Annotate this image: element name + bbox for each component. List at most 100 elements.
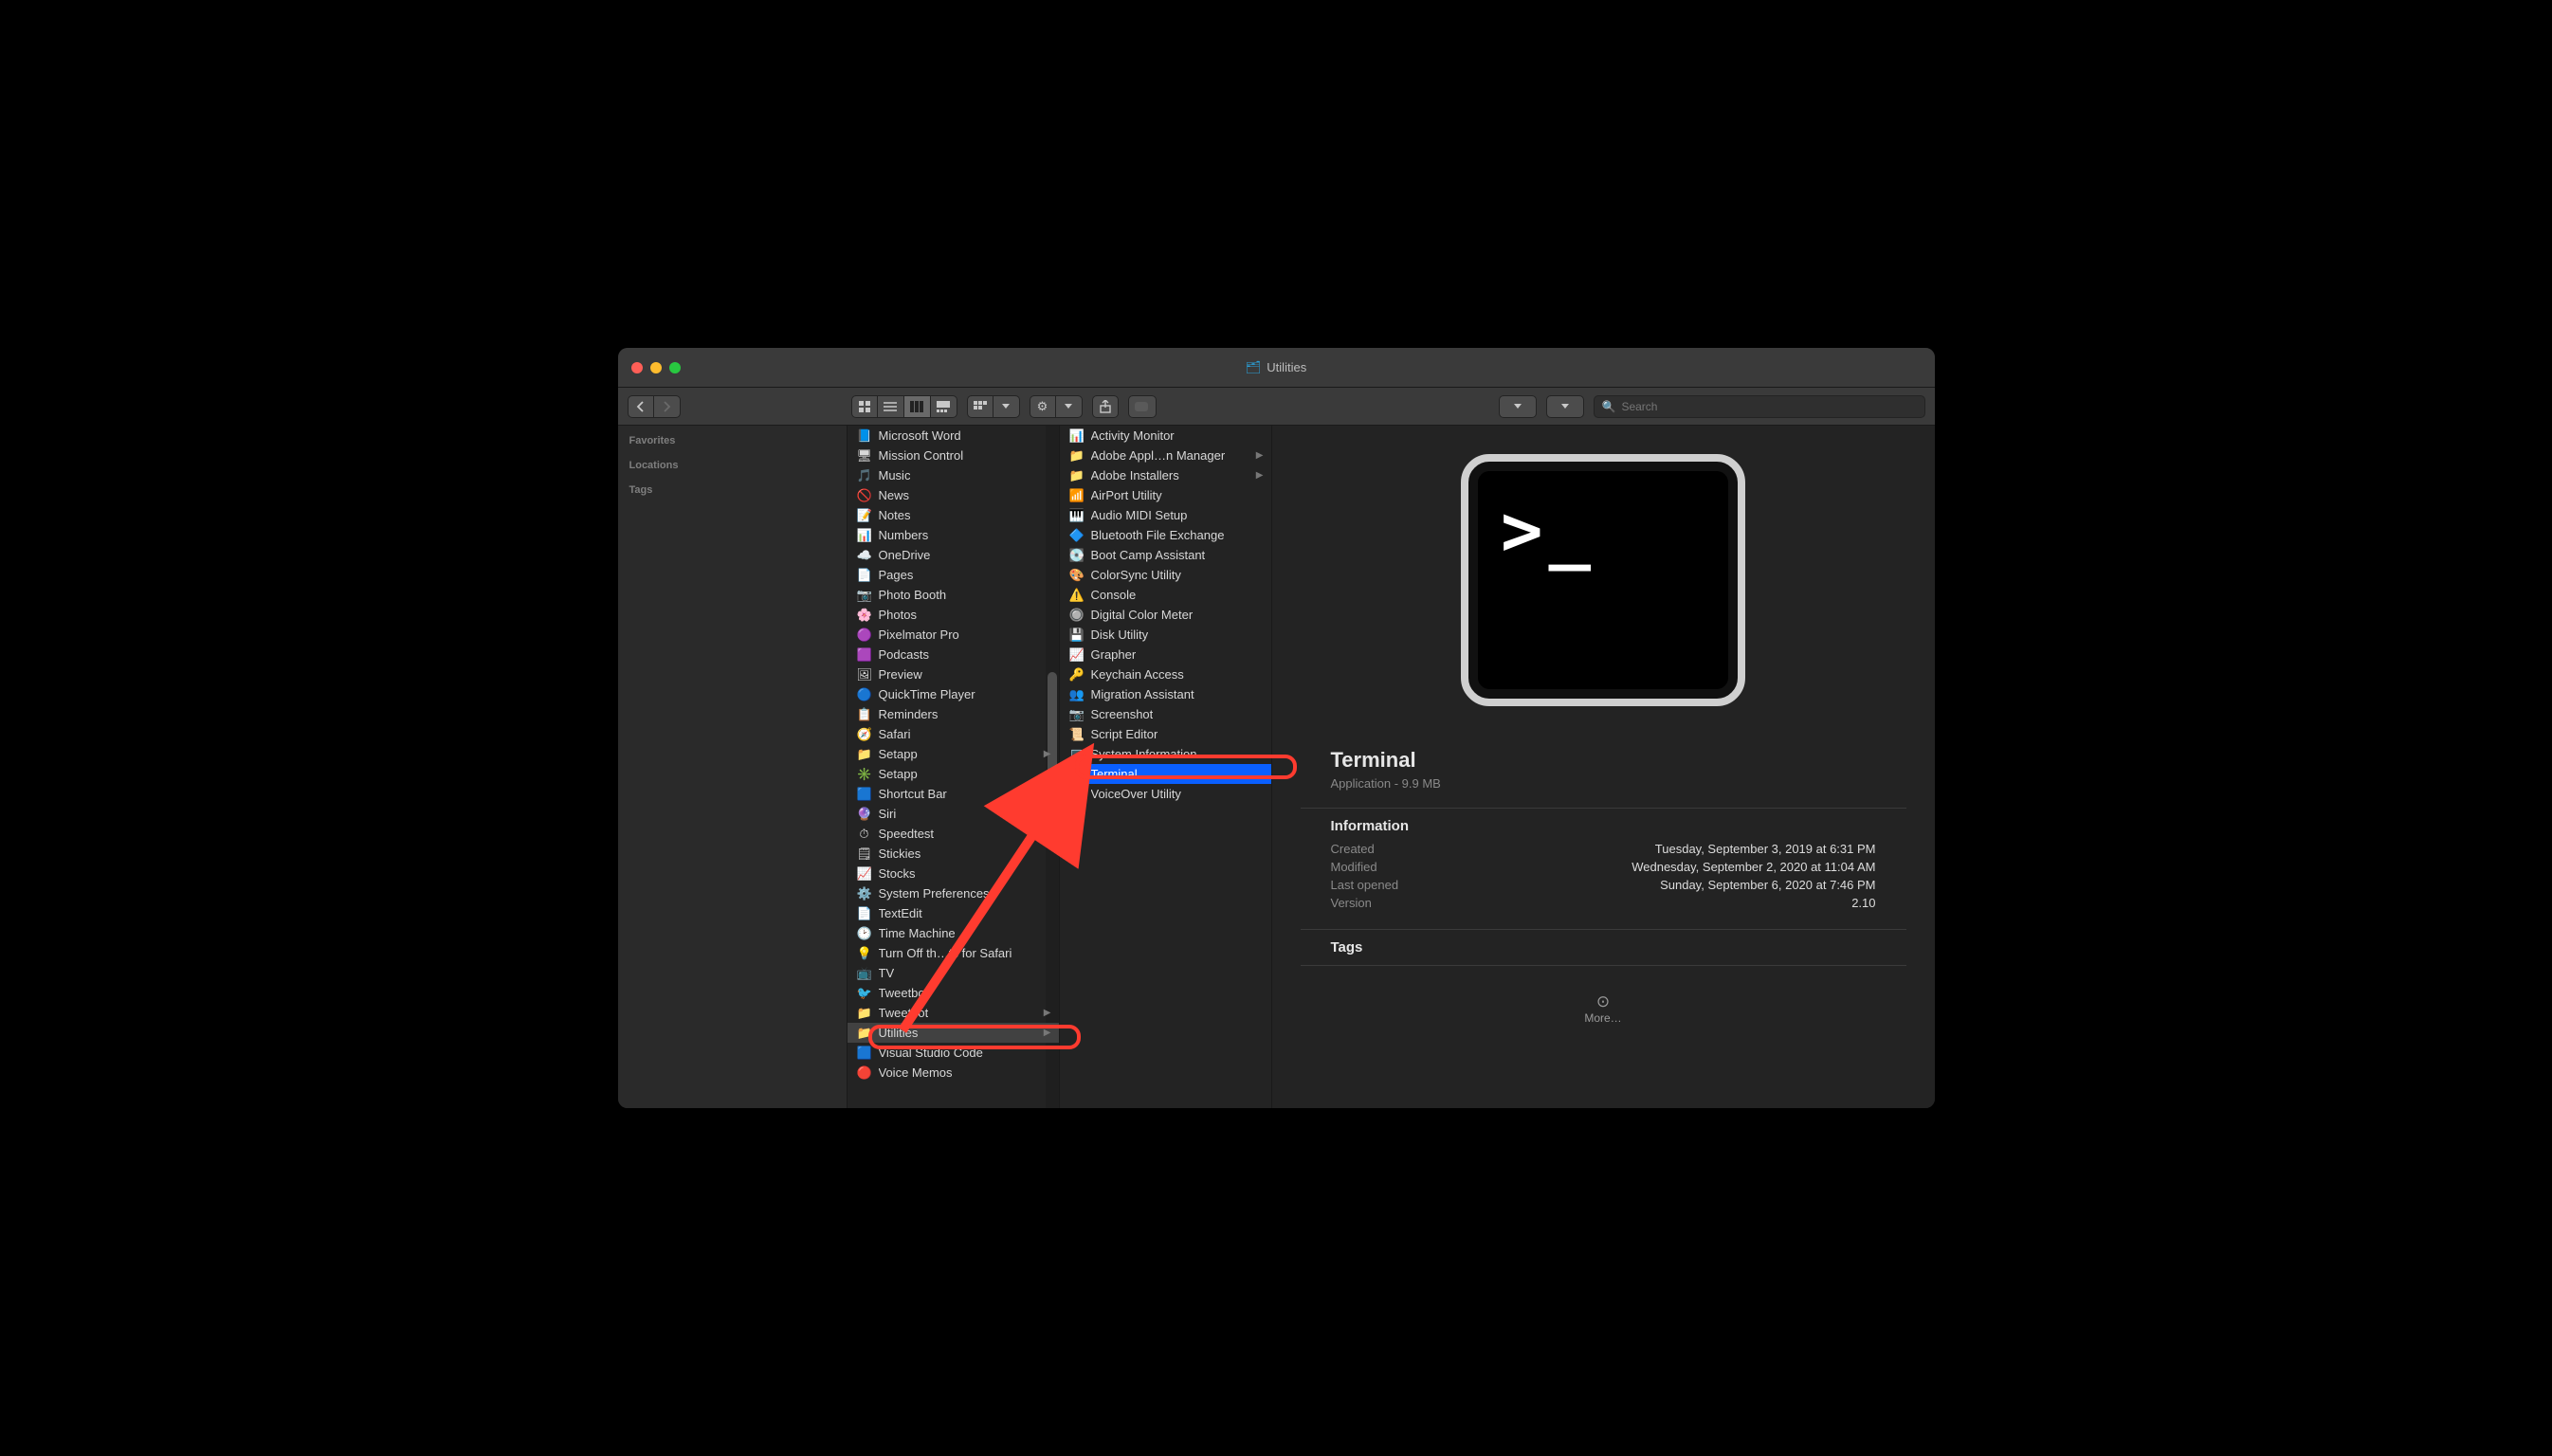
list-item[interactable]: 💡Turn Off th…ts for Safari (848, 943, 1059, 963)
list-item[interactable]: 👥Migration Assistant (1060, 684, 1271, 704)
list-item[interactable]: 💾Disk Utility (1060, 625, 1271, 645)
sidebar-section-favorites[interactable]: Favorites (629, 435, 835, 446)
list-item[interactable]: 🕑Time Machine (848, 923, 1059, 943)
list-item[interactable]: 🔴Voice Memos (848, 1063, 1059, 1083)
nav-buttons (628, 395, 681, 418)
list-item[interactable]: 🎨ColorSync Utility (1060, 565, 1271, 585)
column-view-button[interactable] (904, 395, 931, 418)
list-item[interactable]: 📄Pages (848, 565, 1059, 585)
search-input[interactable] (1621, 400, 1916, 413)
arrange-dropdown[interactable] (993, 395, 1020, 418)
back-button[interactable] (628, 395, 654, 418)
dropdown-1[interactable] (1499, 395, 1537, 418)
list-item[interactable]: 📁Utilities▶ (848, 1023, 1059, 1043)
list-item[interactable]: ⚠️Console (1060, 585, 1271, 605)
sidebar-section-tags[interactable]: Tags (629, 484, 835, 496)
item-label: Photo Booth (879, 588, 947, 602)
column-applications[interactable]: 📘Microsoft Word🖥Mission Control🎵Music 🚫 Ne… (848, 426, 1060, 1108)
list-item[interactable]: 🖥Mission Control (848, 446, 1059, 465)
item-label: System Preferences (879, 886, 990, 901)
titlebar: 🗂 Utilities (618, 348, 1935, 388)
share-button[interactable] (1092, 395, 1119, 418)
list-item[interactable]: 🟦Shortcut Bar (848, 784, 1059, 804)
list-item[interactable]: 🔷Bluetooth File Exchange (1060, 525, 1271, 545)
list-item[interactable]: 📶AirPort Utility (1060, 485, 1271, 505)
app-icon: 🐦 (857, 986, 872, 1001)
list-item[interactable]: 📈Stocks (848, 864, 1059, 883)
app-icon: 💾 (1069, 628, 1085, 643)
list-item[interactable]: 🐦Tweetbot (848, 983, 1059, 1003)
list-item[interactable]: 🔵QuickTime Player (848, 684, 1059, 704)
list-item[interactable]: 🧭Safari (848, 724, 1059, 744)
list-item[interactable]: 📁Setapp▶ (848, 744, 1059, 764)
forward-button[interactable] (654, 395, 681, 418)
sidebar-section-locations[interactable]: Locations (629, 460, 835, 471)
close-button[interactable] (631, 362, 643, 373)
list-item[interactable]: 🖼Preview (848, 664, 1059, 684)
item-label: Preview (879, 667, 922, 682)
list-item[interactable]: ✳️Setapp (848, 764, 1059, 784)
list-item[interactable]: 📘Microsoft Word (848, 426, 1059, 446)
list-item[interactable]: 📊Activity Monitor (1060, 426, 1271, 446)
more-block[interactable]: ⊙ More… (1301, 992, 1906, 1025)
list-item[interactable]: ⏱Speedtest (848, 824, 1059, 844)
list-item[interactable]: 🟦Visual Studio Code (848, 1043, 1059, 1063)
list-view-button[interactable] (878, 395, 904, 418)
list-item[interactable]: 📝Notes (848, 505, 1059, 525)
item-label: Podcasts (879, 647, 929, 662)
list-item[interactable]: 🎵Music (848, 465, 1059, 485)
action-dropdown[interactable] (1056, 395, 1083, 418)
item-label: Adobe Appl…n Manager (1091, 448, 1226, 463)
column-utilities[interactable]: 📊Activity Monitor📁Adobe Appl…n Manager▶📁… (1060, 426, 1272, 1108)
minimize-button[interactable] (650, 362, 662, 373)
dropdown-2[interactable] (1546, 395, 1584, 418)
item-label: OneDrive (879, 548, 931, 562)
item-label: Numbers (879, 528, 929, 542)
list-item[interactable]: 🟣Pixelmator Pro (848, 625, 1059, 645)
list-item[interactable]: ☁️OneDrive (848, 545, 1059, 565)
app-icon-large: >_ (1461, 454, 1745, 706)
gallery-view-button[interactable] (931, 395, 957, 418)
list-item[interactable]: 🚫 News (848, 485, 1059, 505)
zoom-button[interactable] (669, 362, 681, 373)
list-item[interactable]: 🔮Siri (848, 804, 1059, 824)
list-item[interactable]: 🗒Stickies (848, 844, 1059, 864)
action-button[interactable]: ⚙ (1030, 395, 1056, 418)
list-item[interactable]: ⬛Terminal (1060, 764, 1271, 784)
list-item[interactable]: 📷Photo Booth (848, 585, 1059, 605)
tags-button[interactable] (1128, 395, 1157, 418)
arrange-button[interactable] (967, 395, 993, 418)
list-item[interactable]: 💽Boot Camp Assistant (1060, 545, 1271, 565)
list-item[interactable]: 💻System Information (1060, 744, 1271, 764)
list-item[interactable]: 🎹Audio MIDI Setup (1060, 505, 1271, 525)
list-item[interactable]: 📷Screenshot (1060, 704, 1271, 724)
list-item[interactable]: ⚙️System Preferences (848, 883, 1059, 903)
item-label: Console (1091, 588, 1137, 602)
list-item[interactable]: 📄TextEdit (848, 903, 1059, 923)
info-section-title: Information (1301, 808, 1906, 840)
item-label: Digital Color Meter (1091, 608, 1194, 622)
list-item[interactable]: 🔘Digital Color Meter (1060, 605, 1271, 625)
list-item[interactable]: 🔑Keychain Access (1060, 664, 1271, 684)
search-field[interactable]: 🔍 (1594, 395, 1925, 418)
list-item[interactable]: 📁Tweetbot▶ (848, 1003, 1059, 1023)
item-label: News (879, 488, 910, 502)
list-item[interactable]: 📜Script Editor (1060, 724, 1271, 744)
list-item[interactable]: 📺TV (848, 963, 1059, 983)
list-item[interactable]: 📈Grapher (1060, 645, 1271, 664)
app-icon: 📜 (1069, 727, 1085, 742)
list-item[interactable]: 📁Adobe Installers▶ (1060, 465, 1271, 485)
app-icon: 🔮 (857, 807, 872, 822)
list-item[interactable]: 📁Adobe Appl…n Manager▶ (1060, 446, 1271, 465)
list-item[interactable]: 🌸Photos (848, 605, 1059, 625)
app-icon: 📄 (857, 906, 872, 921)
list-item[interactable]: 🟪 Podcasts (848, 645, 1059, 664)
app-icon: 🟪 (857, 647, 872, 663)
list-item[interactable]: 📊Numbers (848, 525, 1059, 545)
icon-view-button[interactable] (851, 395, 878, 418)
list-item[interactable]: 👤VoiceOver Utility (1060, 784, 1271, 804)
view-mode-group (851, 395, 957, 418)
app-icon: 🚫 (857, 488, 872, 503)
list-item[interactable]: 📋Reminders (848, 704, 1059, 724)
preview-pane: >_ Terminal Application - 9.9 MB Informa… (1272, 426, 1935, 1108)
